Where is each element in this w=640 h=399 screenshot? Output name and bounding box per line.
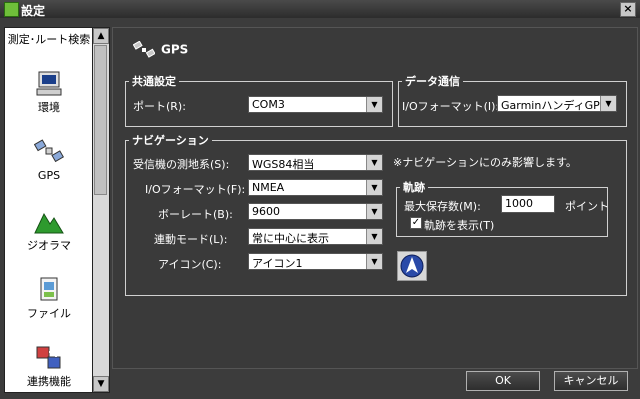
category-sidebar: 測定･ルート検索 環境 GPS ジオラマ ファイル 連携機能 (4, 27, 94, 393)
tracking-mode-value: 常に中心に表示 (252, 232, 329, 245)
mountain-icon (34, 212, 64, 234)
chevron-down-icon[interactable]: ▼ (366, 155, 382, 170)
icon-select[interactable]: アイコン1 ▼ (248, 253, 383, 270)
geodetic-system-value: WGS84相当 (252, 158, 315, 171)
max-points-label: 最大保存数(M): (404, 200, 481, 213)
settings-panel: GPS 共通設定 ポート(R): COM3 ▼ データ通信 I/Oフォーマット(… (112, 27, 638, 369)
icon-label: アイコン(C): (158, 258, 222, 271)
app-icon (4, 2, 19, 17)
track-legend: 軌跡 (403, 181, 425, 194)
show-track-checkbox[interactable]: ✓ (410, 217, 422, 229)
port-label: ポート(R): (133, 100, 186, 113)
nav-io-format-select[interactable]: NMEA ▼ (248, 179, 383, 196)
chevron-down-icon[interactable]: ▼ (366, 180, 382, 195)
scroll-thumb[interactable] (94, 45, 107, 195)
io-format-value: GarminハンディGPS (501, 99, 607, 112)
baud-rate-label: ボーレート(B): (158, 208, 233, 221)
navigation-arrow-icon (400, 254, 424, 278)
show-track-label[interactable]: 軌跡を表示(T) (424, 217, 494, 233)
sidebar-item-label: ファイル (27, 307, 71, 320)
port-value: COM3 (252, 98, 285, 111)
nav-io-format-value: NMEA (252, 181, 285, 194)
common-settings-legend: 共通設定 (132, 75, 176, 88)
cancel-button[interactable]: キャンセル (554, 371, 628, 391)
gps-icon-preview-button[interactable] (397, 251, 427, 281)
ok-button[interactable]: OK (466, 371, 540, 391)
sidebar-scrollbar[interactable]: ▲ ▼ (92, 27, 110, 393)
scroll-up-button[interactable]: ▲ (93, 28, 109, 44)
points-unit-label: ポイント (565, 200, 609, 213)
geodetic-system-select[interactable]: WGS84相当 ▼ (248, 154, 383, 171)
io-format-label: I/Oフォーマット(I): (402, 100, 500, 113)
page-title: GPS (161, 42, 189, 57)
link-icon (36, 346, 61, 369)
chevron-down-icon[interactable]: ▼ (366, 254, 382, 269)
satellite-icon (34, 139, 64, 163)
port-select[interactable]: COM3 ▼ (248, 96, 383, 113)
window-title: 設定 (21, 4, 46, 18)
sidebar-item-gps[interactable]: GPS (5, 138, 93, 182)
sidebar-item-label: 測定･ルート検索 (7, 33, 91, 46)
sidebar-item-label: ジオラマ (27, 239, 71, 252)
title-bar: 設定 × (0, 0, 640, 19)
sidebar-item-environment[interactable]: 環境 (5, 70, 93, 114)
sidebar-item-label: 連携機能 (27, 375, 71, 388)
chevron-down-icon[interactable]: ▼ (600, 96, 616, 111)
baud-rate-select[interactable]: 9600 ▼ (248, 203, 383, 220)
data-communication-legend: データ通信 (405, 75, 460, 88)
chevron-down-icon[interactable]: ▼ (366, 229, 382, 244)
navigation-note: ※ナビゲーションにのみ影響します。 (393, 156, 577, 169)
chevron-down-icon[interactable]: ▼ (366, 97, 382, 112)
sidebar-item-integration[interactable]: 連携機能 (5, 344, 93, 388)
sidebar-item-label: GPS (37, 169, 61, 182)
scroll-down-button[interactable]: ▼ (93, 376, 109, 392)
sidebar-item-file[interactable]: ファイル (5, 276, 93, 320)
icon-value: アイコン1 (252, 257, 303, 270)
baud-rate-value: 9600 (252, 205, 280, 218)
nav-io-format-label: I/Oフォーマット(F): (145, 183, 246, 196)
computer-icon (36, 71, 62, 96)
max-points-input[interactable]: 1000 (501, 195, 555, 213)
tracking-mode-label: 連動モード(L): (154, 233, 228, 246)
sidebar-item-diorama[interactable]: ジオラマ (5, 208, 93, 252)
io-format-select[interactable]: GarminハンディGPS ▼ (497, 95, 617, 112)
sidebar-item-route-search[interactable]: 測定･ルート検索 (5, 34, 93, 46)
chevron-down-icon[interactable]: ▼ (366, 204, 382, 219)
geodetic-system-label: 受信機の測地系(S): (133, 158, 230, 171)
tracking-mode-select[interactable]: 常に中心に表示 ▼ (248, 228, 383, 245)
sidebar-item-label: 環境 (38, 101, 60, 114)
close-button[interactable]: × (620, 2, 636, 17)
page-header: GPS (133, 41, 188, 59)
navigation-legend: ナビゲーション (132, 134, 209, 147)
satellite-icon (133, 41, 155, 58)
file-icon (40, 277, 58, 301)
